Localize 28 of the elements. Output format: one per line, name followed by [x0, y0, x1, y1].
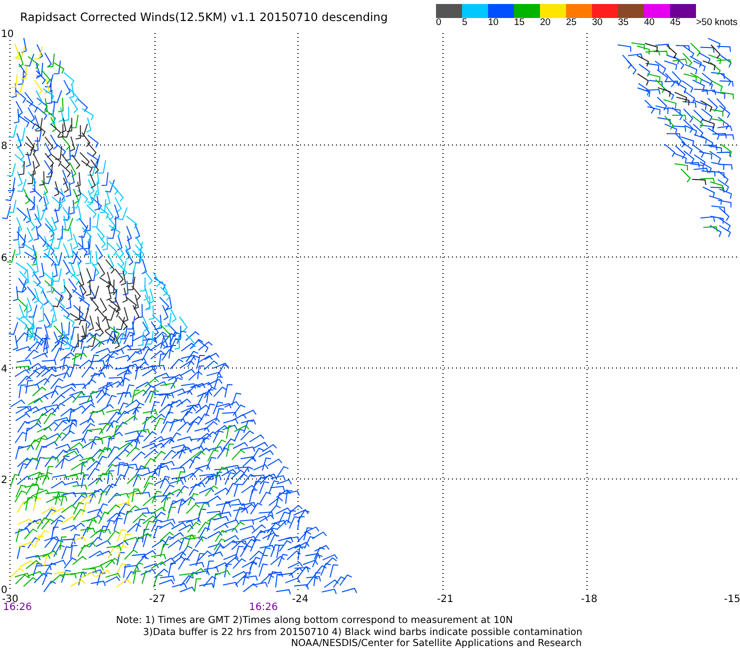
legend-label: 0	[436, 18, 442, 28]
chart-title: Rapidsact Corrected Winds(12.5KM) v1.1 20150710 descending	[19, 9, 388, 24]
legend-label: >50 knots	[696, 18, 738, 28]
legend-label: 20	[540, 18, 552, 28]
legend-label: 35	[618, 18, 630, 28]
latitude-label: 8	[1, 141, 8, 152]
latitude-label: 4	[1, 364, 8, 375]
legend-label: 5	[462, 18, 468, 28]
footnote: 3)Data buffer is 22 hrs from 20150710 4) Black wind barbs indicate possible contamination	[142, 626, 584, 638]
legend-label: 15	[514, 18, 526, 28]
latitude-label: 6	[1, 253, 8, 264]
latitude-label: 10	[1, 29, 14, 40]
time-label: 16:26	[3, 602, 32, 612]
legend-label: 10	[488, 18, 500, 28]
footnote: NOAA/NESDIS/Center for Satellite Applications and Research	[290, 638, 583, 650]
legend-label: 30	[592, 18, 604, 28]
longitude-label: -24	[292, 594, 308, 605]
footnote: Note: 1) Times are GMT 2)Times along bottom correspond to measurement at 10N	[115, 615, 514, 626]
legend-label: 45	[670, 18, 682, 28]
legend-label: 40	[644, 18, 656, 28]
longitude-label: -15	[724, 594, 740, 605]
latitude-label: 0	[1, 585, 8, 596]
longitude-label: -27	[149, 594, 166, 605]
latitude-label: 2	[1, 475, 8, 486]
longitude-label: -18	[581, 594, 598, 605]
longitude-label: -21	[437, 594, 454, 605]
legend-label: 25	[566, 18, 578, 28]
time-label: 16:26	[249, 602, 278, 612]
